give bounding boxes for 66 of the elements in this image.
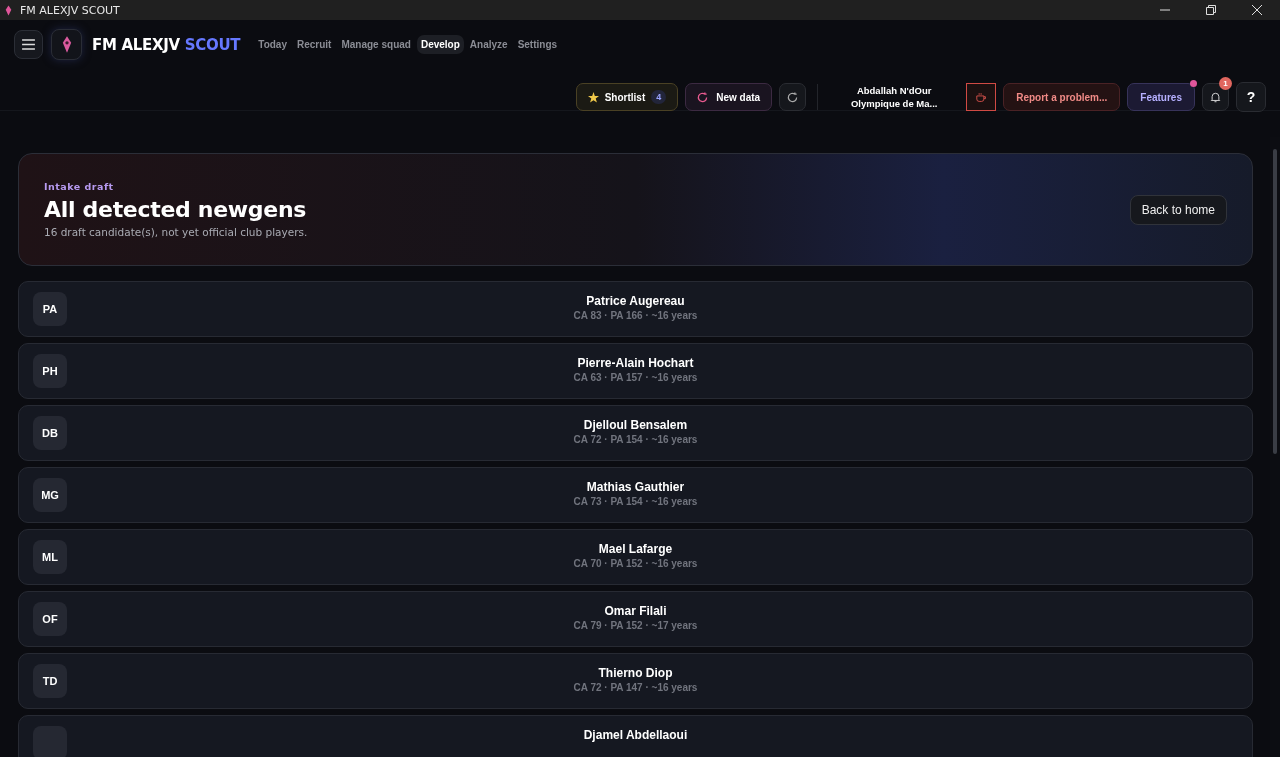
player-stats: CA 83 · PA 166 · ~16 years xyxy=(573,309,698,323)
nav-tab[interactable]: Today xyxy=(254,35,291,54)
app-pin-icon xyxy=(5,4,12,16)
report-button[interactable]: Report a problem... xyxy=(1003,83,1121,111)
initials-avatar: DB xyxy=(33,416,67,450)
initials-avatar: MG xyxy=(33,478,67,512)
player-name: Mathias Gauthier xyxy=(586,479,685,495)
player-row[interactable]: PH Pierre-Alain Hochart CA 63 · PA 157 · ~16 years xyxy=(18,343,1253,399)
player-row[interactable]: ML Mael Lafarge CA 70 · PA 152 · ~16 years xyxy=(18,529,1253,585)
player-stats: CA 73 · PA 154 · ~16 years xyxy=(573,495,698,509)
back-home-button[interactable]: Back to home xyxy=(1129,194,1227,225)
brand-name: FM ALEXJV SCOUT xyxy=(92,35,241,54)
initials-avatar: ML xyxy=(33,540,67,574)
player-row[interactable]: MG Mathias Gauthier CA 73 · PA 154 · ~16 years xyxy=(18,467,1253,523)
features-button[interactable]: Features xyxy=(1127,83,1195,111)
player-row[interactable]: TD Thierno Diop CA 72 · PA 147 · ~16 years xyxy=(18,653,1253,709)
player-stats: CA 63 · PA 157 · ~16 years xyxy=(573,371,698,385)
coffee-button[interactable] xyxy=(966,83,997,111)
player-row[interactable]: DB Djelloul Bensalem CA 72 · PA 154 · ~16 years xyxy=(18,405,1253,461)
player-row[interactable]: PA Patrice Augereau CA 83 · PA 166 · ~16 years xyxy=(18,281,1253,337)
close-icon[interactable] xyxy=(1252,5,1262,15)
player-name: Djelloul Bensalem xyxy=(583,417,688,433)
nav-tab[interactable]: Develop xyxy=(416,35,464,54)
eyebrow-label: Intake draft xyxy=(44,181,115,192)
nav-tab[interactable]: Settings xyxy=(513,35,562,54)
cup-icon xyxy=(975,91,987,103)
star-icon xyxy=(587,91,599,103)
refresh-icon xyxy=(787,91,799,103)
nav-tab[interactable]: Recruit xyxy=(293,35,336,54)
initials-avatar: PA xyxy=(33,292,67,326)
player-name: Mael Lafarge xyxy=(598,541,673,557)
refresh-button[interactable] xyxy=(779,83,807,111)
bell-icon xyxy=(1210,91,1221,103)
help-button[interactable]: ? xyxy=(1236,82,1266,112)
player-row[interactable]: Djamel Abdellaoui xyxy=(18,715,1253,757)
player-name: Patrice Augereau xyxy=(586,293,685,309)
restore-icon[interactable] xyxy=(1206,5,1216,15)
player-stats: CA 72 · PA 154 · ~16 years xyxy=(573,433,698,447)
nav-tab[interactable]: Analyze xyxy=(465,35,512,54)
menu-icon xyxy=(22,39,35,50)
count-badge: 4 xyxy=(651,90,667,104)
player-stats: CA 72 · PA 147 · ~16 years xyxy=(573,681,698,695)
notifications-button[interactable] xyxy=(1202,83,1229,111)
initials-avatar: OF xyxy=(33,602,67,636)
nav-tab[interactable]: Manage squad xyxy=(337,35,415,54)
player-stats: CA 70 · PA 152 · ~16 years xyxy=(573,557,698,571)
manager-name: Abdallah N'dOur xyxy=(856,84,932,97)
page-title: All detected newgens xyxy=(44,197,308,222)
initials-avatar: TD xyxy=(33,664,67,698)
player-name: Thierno Diop xyxy=(598,665,673,681)
refresh-icon xyxy=(697,91,709,103)
window-title: FM ALEXJV SCOUT xyxy=(20,3,120,17)
new-data-button[interactable]: New data xyxy=(685,83,773,111)
pin-icon xyxy=(61,36,72,53)
player-name: Omar Filali xyxy=(604,603,667,619)
menu-button[interactable] xyxy=(14,30,43,59)
player-name: Djamel Abdellaoui xyxy=(583,727,688,743)
page-subtitle: 16 draft candidate(s), not yet official club players. xyxy=(44,226,308,238)
player-stats: CA 79 · PA 152 · ~17 years xyxy=(573,619,698,633)
player-name: Pierre-Alain Hochart xyxy=(577,355,694,371)
player-row[interactable]: OF Omar Filali CA 79 · PA 152 · ~17 years xyxy=(18,591,1253,647)
initials-avatar: PH xyxy=(33,354,67,388)
club-name: Olympique de Ma... xyxy=(850,97,938,110)
scrollbar-thumb[interactable] xyxy=(1273,149,1277,454)
notification-badge: 1 xyxy=(1219,77,1232,90)
shortlist-button[interactable]: Shortlist 4 xyxy=(575,83,679,111)
